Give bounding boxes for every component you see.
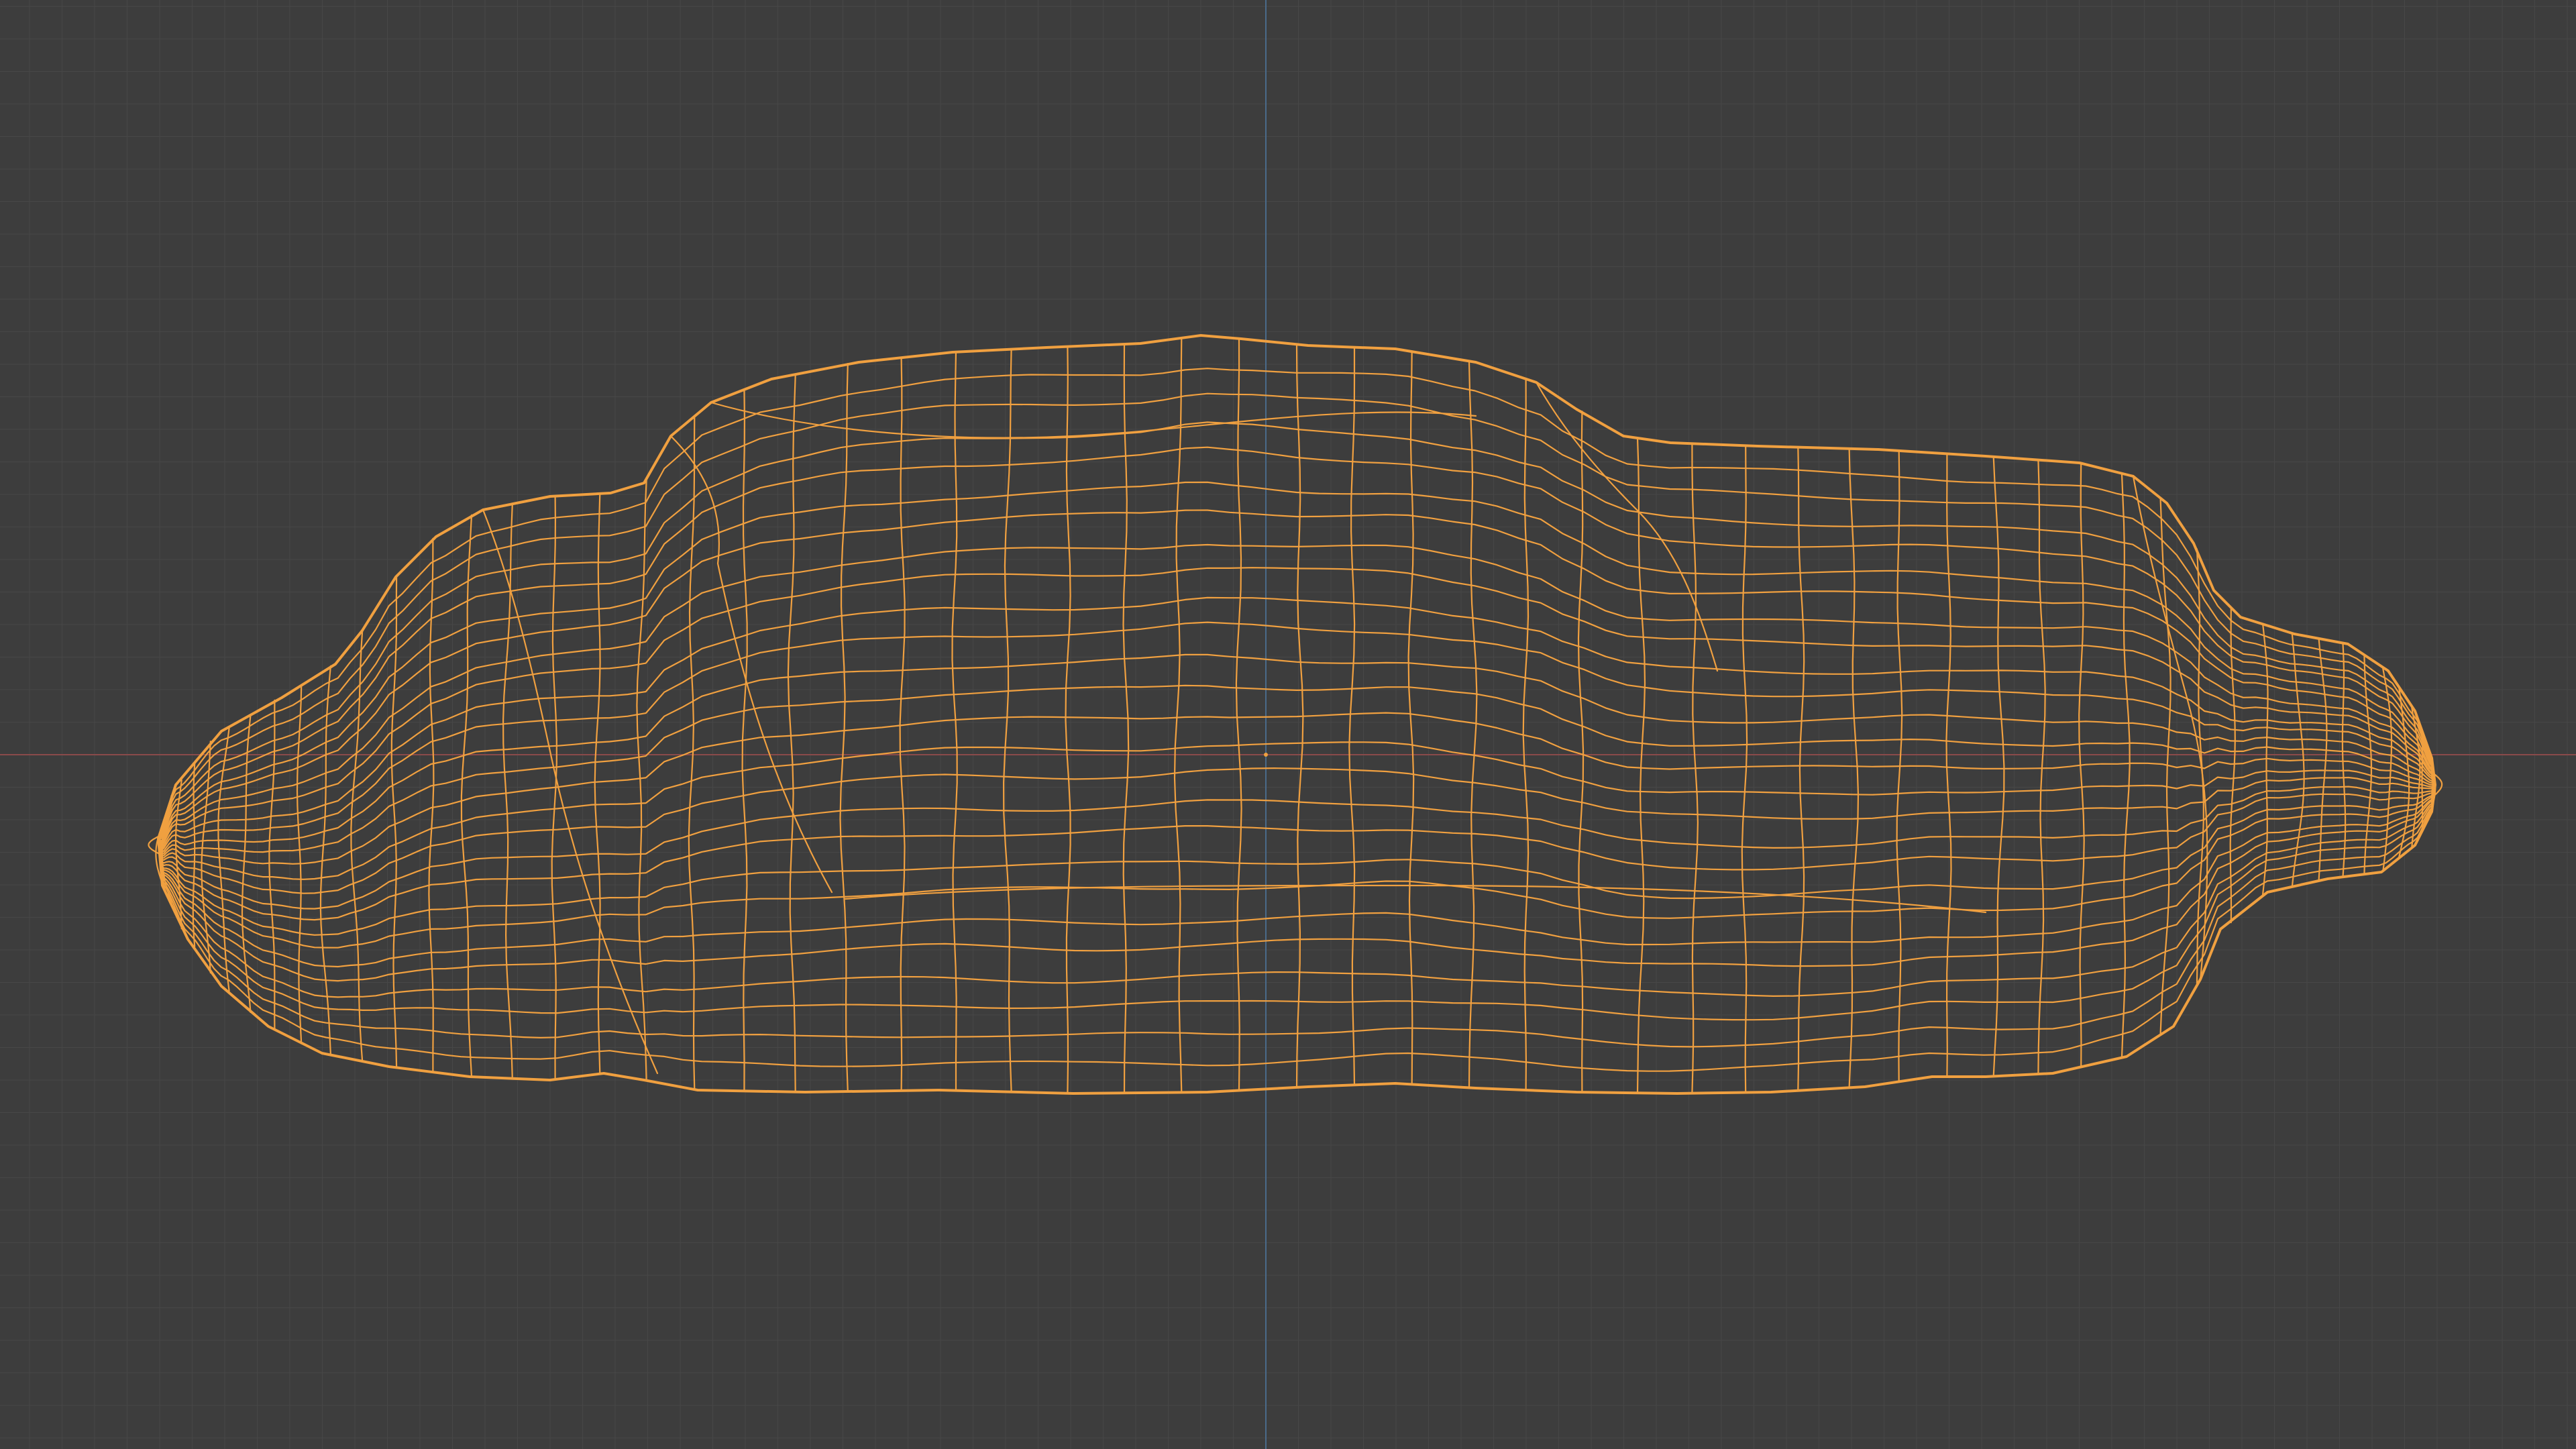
mesh-edge-loop-horizontal [157,543,2436,845]
viewport-canvas[interactable] [0,0,2576,1449]
mesh-crease-edge [844,884,1987,914]
mesh-edge-loop-horizontal [157,784,2436,910]
mesh-crease-edge [669,435,833,894]
mesh-edge-loop-vertical [1173,337,1183,1093]
mesh-edge-loop-horizontal [157,567,2436,847]
object-origin-dot [1264,753,1268,757]
wireframe-mesh-object[interactable] [148,334,2443,1095]
mesh-edge-loop-horizontal [157,596,2436,849]
mesh-edge-loop-horizontal [157,684,2436,855]
mesh-edge-loop-horizontal [157,712,2436,865]
mesh-silhouette-outline [157,334,2436,1095]
mesh-edge-loop-vertical [1577,411,1585,1093]
mesh-edge-loop-horizontal [157,509,2436,843]
3d-viewport[interactable] [0,0,2576,1449]
mesh-crease-edge [710,401,1477,439]
mesh-edge-loop-vertical [2121,473,2131,1058]
mesh-edge-loop-horizontal [157,784,2436,1021]
mesh-edge-loop-horizontal [157,784,2436,949]
mesh-edge-loop-vertical [1797,446,1805,1092]
mesh-edge-loop-horizontal [157,653,2436,853]
mesh-edge-loop-horizontal [157,421,2436,840]
mesh-edge-loop-vertical [1065,345,1071,1094]
mesh-edge-loop-vertical [951,351,958,1091]
mesh-edge-loop-horizontal [157,621,2436,851]
viewport-grid [0,0,2576,1449]
mesh-edge-loop-horizontal [157,741,2436,880]
mesh-edge-loop-vertical [1235,337,1242,1091]
mesh-edge-loop-vertical [1407,350,1415,1085]
mesh-edge-loop-horizontal [157,784,2436,1072]
mesh-edge-loop-vertical [1468,360,1478,1089]
mesh-edge-loop-vertical [2341,643,2347,878]
